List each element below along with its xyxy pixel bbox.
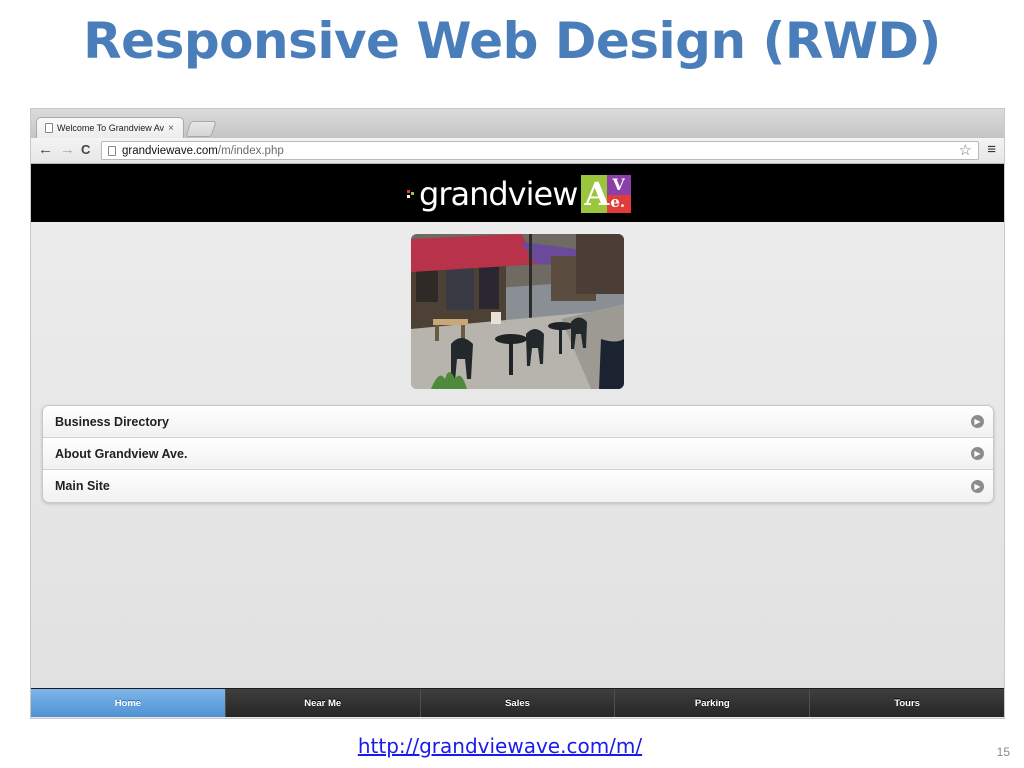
- logo-badge-a: A: [584, 175, 610, 213]
- url-text: grandviewave.com/m/index.php: [122, 145, 284, 157]
- menu-item-label: Business Directory: [55, 414, 169, 429]
- bottom-nav-bar: Home Near Me Sales Parking Tours: [31, 688, 1004, 717]
- slide-title: Responsive Web Design (RWD): [83, 12, 941, 70]
- url-host: grandviewave.com: [122, 144, 218, 157]
- arrow-right-icon: ▶: [971, 447, 984, 460]
- logo-dots-icon: [407, 190, 415, 198]
- tab-strip: Welcome To Grandview Av ×: [31, 109, 1004, 138]
- arrow-right-icon: ▶: [971, 479, 984, 493]
- page-icon: [45, 123, 53, 133]
- menu-item-main-site[interactable]: Main Site ▶: [43, 470, 993, 502]
- nav-tab-parking[interactable]: Parking: [615, 689, 811, 717]
- bookmark-star-icon[interactable]: ☆: [959, 142, 972, 159]
- site-link[interactable]: http://grandviewave.com/m/: [0, 734, 1000, 758]
- menu-item-business-directory[interactable]: Business Directory ▶: [43, 406, 993, 438]
- grandview-logo[interactable]: grandview A V e.: [407, 174, 632, 214]
- street-photo: [411, 234, 624, 389]
- browser-toolbar: ← → C grandviewave.com/m/index.php ☆ ≡: [31, 138, 1004, 164]
- logo-badge-v: V: [612, 175, 625, 194]
- page-content: Business Directory ▶ About Grandview Ave…: [31, 222, 1004, 688]
- nav-tab-near-me[interactable]: Near Me: [226, 689, 421, 717]
- slide-number: 15: [996, 745, 1010, 759]
- tab-title: Welcome To Grandview Av: [57, 123, 165, 133]
- nav-tab-sales[interactable]: Sales: [421, 689, 616, 717]
- logo-text: grandview: [419, 175, 578, 213]
- url-path: /m/index.php: [217, 144, 284, 157]
- new-tab-button[interactable]: [185, 121, 217, 137]
- browser-tab-welcome[interactable]: Welcome To Grandview Av ×: [36, 117, 184, 138]
- menu-list: Business Directory ▶ About Grandview Ave…: [42, 405, 994, 503]
- site-header: grandview A V e.: [31, 164, 1004, 222]
- nav-tab-tours[interactable]: Tours: [810, 689, 1004, 717]
- page-icon: [108, 145, 116, 156]
- browser-window: Welcome To Grandview Av × ← → C grandvie…: [31, 109, 1004, 718]
- tab-close-icon[interactable]: ×: [165, 123, 177, 134]
- logo-badge-e: e.: [610, 193, 626, 211]
- menu-item-about[interactable]: About Grandview Ave. ▶: [43, 438, 993, 470]
- menu-item-label: Main Site: [55, 479, 110, 493]
- logo-badge: A V e.: [581, 174, 632, 214]
- back-arrow-icon[interactable]: ←: [38, 141, 53, 159]
- arrow-right-icon: ▶: [971, 415, 984, 428]
- reload-icon[interactable]: C: [81, 141, 90, 159]
- nav-tab-home[interactable]: Home: [31, 689, 226, 717]
- address-bar[interactable]: grandviewave.com/m/index.php ☆: [101, 141, 979, 160]
- browser-menu-icon[interactable]: ≡: [987, 141, 996, 159]
- menu-item-label: About Grandview Ave.: [55, 446, 188, 461]
- forward-arrow-icon[interactable]: →: [60, 141, 75, 159]
